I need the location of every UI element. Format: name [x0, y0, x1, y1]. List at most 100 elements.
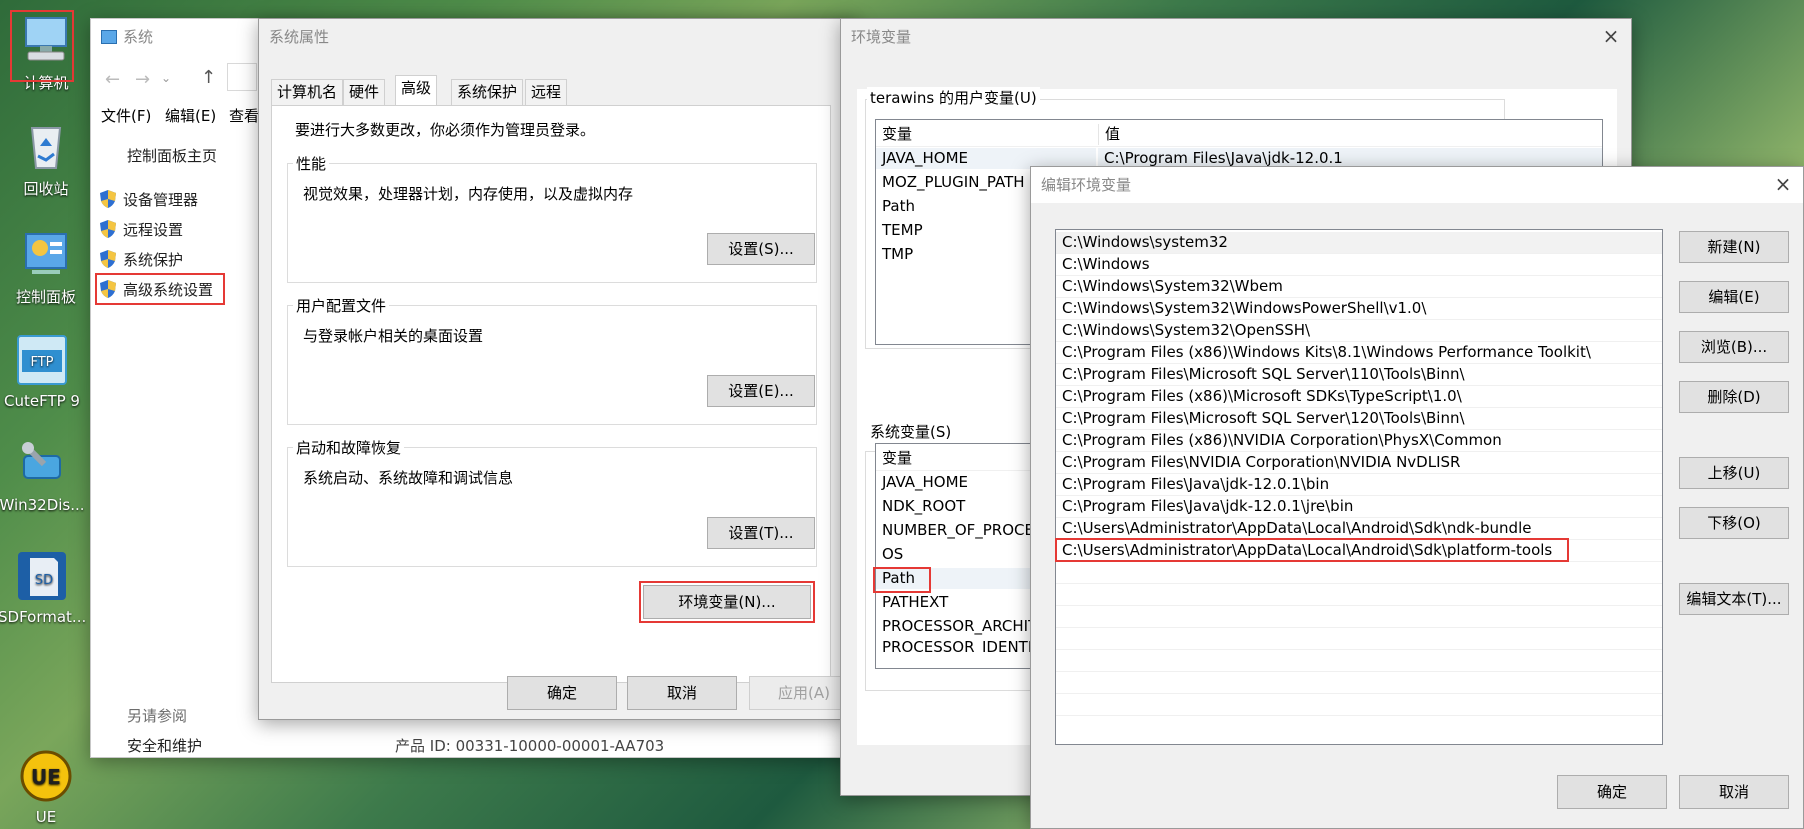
admin-note: 要进行大多数更改，你必须作为管理员登录。	[295, 121, 596, 139]
tab-hardware[interactable]: 硬件	[343, 79, 386, 105]
list-item[interactable]: PROCESSOR_ARCHIT	[876, 616, 1044, 637]
performance-desc: 视觉效果，处理器计划，内存使用，以及虚拟内存	[303, 185, 634, 203]
path-entry[interactable]: C:\Program Files (x86)\Windows Kits\8.1\…	[1056, 342, 1662, 363]
move-up-button[interactable]: 上移(U)	[1679, 457, 1789, 489]
performance-settings-button[interactable]: 设置(S)...	[707, 233, 815, 265]
sysprops-ok-button[interactable]: 确定	[507, 676, 617, 710]
menu-view[interactable]: 查看	[229, 105, 259, 126]
path-entry[interactable]: C:\Windows\System32\OpenSSH\	[1056, 320, 1662, 341]
tab-advanced[interactable]: 高级	[395, 75, 438, 106]
editenv-cancel-button[interactable]: 取消	[1679, 775, 1789, 809]
row-divider	[1056, 649, 1662, 650]
user-col-val-header[interactable]: 值	[1098, 124, 1602, 145]
nav-history-chevron-icon[interactable]: ⌄	[161, 71, 171, 85]
remote-settings-label: 远程设置	[123, 221, 184, 239]
desktop-icon-control-panel[interactable]: 控制面板	[2, 226, 90, 307]
computer-icon-highlight	[10, 10, 74, 82]
path-entry[interactable]: C:\Program Files (x86)\Microsoft SDKs\Ty…	[1056, 386, 1662, 407]
desktop-icon-cuteftp[interactable]: FTP CuteFTP 9	[0, 332, 86, 410]
browse-button[interactable]: 浏览(B)...	[1679, 331, 1789, 363]
env-button-highlight	[639, 581, 815, 623]
sdformatter-icon: SD	[18, 552, 66, 600]
user-profile-group	[287, 305, 817, 425]
control-panel-home-link[interactable]: 控制面板主页	[127, 145, 217, 166]
path-entry[interactable]: C:\Program Files\Microsoft SQL Server\12…	[1056, 408, 1662, 429]
edit-environment-variable-dialog: 编辑环境变量 × C:\Windows\system32 C:\Windows …	[1030, 166, 1804, 829]
product-id: 产品 ID: 00331-10000-00001-AA703	[395, 737, 665, 755]
path-entry[interactable]: C:\Windows	[1056, 254, 1662, 275]
header-divider	[876, 146, 1602, 147]
security-maintenance-link[interactable]: 安全和维护	[127, 735, 202, 756]
list-item[interactable]: PATHEXT	[876, 592, 1044, 613]
delete-button[interactable]: 删除(D)	[1679, 381, 1789, 413]
startup-recovery-label: 启动和故障恢复	[293, 437, 405, 458]
editenv-ok-button[interactable]: 确定	[1557, 775, 1667, 809]
svg-text:UE: UE	[31, 765, 61, 789]
menu-edit[interactable]: 编辑(E)	[165, 105, 216, 126]
shield-icon	[100, 250, 116, 268]
desktop-icon-recycle-bin[interactable]: 回收站	[2, 118, 90, 199]
path-entry[interactable]: C:\Program Files\NVIDIA Corporation\NVID…	[1056, 452, 1662, 473]
path-entries-list[interactable]: C:\Windows\system32 C:\Windows C:\Window…	[1055, 229, 1663, 745]
desktop-icon-label: CuteFTP 9	[4, 392, 80, 410]
row-divider	[1056, 627, 1662, 628]
close-icon[interactable]: ×	[1771, 173, 1795, 197]
path-entry[interactable]: C:\Program Files (x86)\NVIDIA Corporatio…	[1056, 430, 1662, 451]
path-entry[interactable]: C:\Windows\System32\Wbem	[1056, 276, 1662, 297]
close-icon[interactable]: ×	[1599, 25, 1623, 49]
list-item[interactable]: NUMBER_OF_PROCE	[876, 520, 1044, 541]
device-manager-link[interactable]: 设备管理器	[99, 189, 198, 210]
tab-computer-name[interactable]: 计算机名	[271, 79, 344, 105]
desktop-icon-label: Win32Dis...	[0, 496, 85, 514]
win32diskimager-icon	[22, 442, 61, 479]
path-entry[interactable]: C:\Program Files\Microsoft SQL Server\11…	[1056, 364, 1662, 385]
user-vars-label: terawins 的用户变量(U)	[867, 87, 1040, 108]
move-down-button[interactable]: 下移(O)	[1679, 507, 1789, 539]
row-divider	[1056, 693, 1662, 694]
system-protection-label: 系统保护	[123, 251, 184, 269]
menu-file[interactable]: 文件(F)	[101, 105, 151, 126]
address-bar[interactable]	[227, 63, 257, 91]
shield-icon	[100, 190, 116, 208]
path-entry[interactable]: C:\Windows\system32	[1056, 232, 1662, 253]
desktop-icon-label: SDFormat...	[0, 608, 87, 626]
row-divider	[1056, 671, 1662, 672]
user-profile-desc: 与登录帐户相关的桌面设置	[303, 327, 484, 345]
list-item[interactable]: NDK_ROOT	[876, 496, 1044, 517]
list-item[interactable]: JAVA_HOME	[876, 472, 1044, 493]
system-vars-list[interactable]: 变量 JAVA_HOME NDK_ROOT NUMBER_OF_PROCE OS…	[875, 443, 1045, 669]
advanced-settings-highlight	[95, 273, 225, 305]
list-item[interactable]: OS	[876, 544, 1044, 565]
user-profile-settings-button[interactable]: 设置(E)...	[707, 375, 815, 407]
new-button[interactable]: 新建(N)	[1679, 231, 1789, 263]
user-profile-label: 用户配置文件	[293, 295, 390, 316]
sys-col-var-header[interactable]: 变量	[876, 448, 1044, 469]
edit-button[interactable]: 编辑(E)	[1679, 281, 1789, 313]
path-entry[interactable]: C:\Windows\System32\WindowsPowerShell\v1…	[1056, 298, 1662, 319]
recycle-bin-icon	[30, 127, 62, 169]
tab-system-protection[interactable]: 系统保护	[451, 79, 524, 105]
startup-recovery-settings-button[interactable]: 设置(T)...	[707, 517, 815, 549]
desktop-icon-sdformatter[interactable]: SD SDFormat...	[0, 548, 86, 626]
sysprops-cancel-button[interactable]: 取消	[627, 676, 737, 710]
desktop-icon-ultraedit[interactable]: UE UE	[2, 748, 90, 826]
nav-back-button[interactable]: ←	[105, 69, 120, 90]
system-protection-link[interactable]: 系统保护	[99, 249, 183, 270]
edit-text-button[interactable]: 编辑文本(T)...	[1679, 583, 1789, 615]
path-entry[interactable]: C:\Users\Administrator\AppData\Local\And…	[1056, 518, 1662, 539]
row-divider	[1056, 715, 1662, 716]
startup-recovery-group	[287, 447, 817, 567]
nav-up-button[interactable]: ↑	[201, 67, 216, 88]
tab-remote[interactable]: 远程	[525, 79, 568, 105]
envvars-title: 环境变量	[851, 28, 912, 46]
nav-forward-button[interactable]: →	[135, 69, 150, 90]
sysprops-title: 系统属性	[269, 28, 330, 46]
path-entry[interactable]: C:\Program Files\Java\jdk-12.0.1\jre\bin	[1056, 496, 1662, 517]
list-item[interactable]: PROCESSOR_IDENTIF	[876, 640, 1044, 654]
user-col-var-header[interactable]: 变量	[876, 124, 1096, 145]
path-row-highlight	[873, 567, 931, 593]
desktop-icon-win32diskimager[interactable]: Win32Dis...	[0, 436, 86, 514]
path-entry[interactable]: C:\Program Files\Java\jdk-12.0.1\bin	[1056, 474, 1662, 495]
desktop-icon-label: 控制面板	[15, 288, 76, 306]
remote-settings-link[interactable]: 远程设置	[99, 219, 183, 240]
